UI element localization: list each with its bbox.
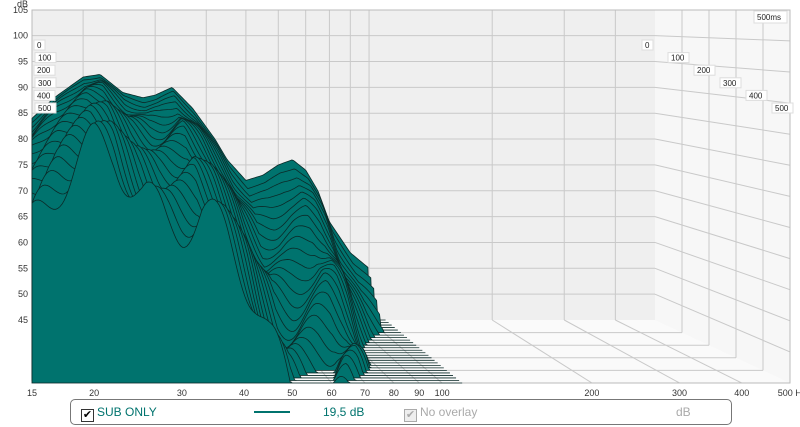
y-tick-label: 90	[18, 82, 28, 92]
y-tick-label: 65	[18, 212, 28, 222]
svg-text:500: 500	[38, 104, 52, 113]
y-tick-label: 45	[18, 315, 28, 325]
time-tick-label: 100	[667, 52, 690, 64]
time-tick-label: 400	[33, 89, 56, 101]
y-tick-label: 95	[18, 57, 28, 67]
y-tick-label: 55	[18, 263, 28, 273]
svg-text:500ms: 500ms	[757, 13, 781, 22]
svg-text:100: 100	[38, 54, 52, 63]
x-tick-label: 400	[734, 388, 749, 398]
overlay-label: No overlay	[420, 405, 478, 419]
y-tick-label: 60	[18, 237, 28, 247]
time-tick-label: 200	[693, 64, 716, 76]
time-tick-label: 300	[34, 77, 57, 89]
time-range-label: 500ms	[753, 10, 788, 24]
x-tick-label: 200	[584, 388, 599, 398]
x-tick-label: 100	[435, 388, 450, 398]
svg-text:0: 0	[37, 41, 42, 50]
svg-text:200: 200	[697, 66, 711, 75]
time-tick-label: 100	[34, 52, 57, 64]
y-axis-label: dB	[17, 0, 28, 9]
svg-text:500: 500	[775, 104, 789, 113]
svg-text:400: 400	[749, 91, 763, 100]
y-tick-label: 50	[18, 289, 28, 299]
x-tick-label: 90	[414, 388, 424, 398]
svg-text:100: 100	[671, 54, 685, 63]
overlay-checkbox[interactable]: ✔	[404, 409, 417, 422]
x-tick-label: 40	[239, 388, 249, 398]
x-tick-label: 30	[177, 388, 187, 398]
x-tick-label: 60	[327, 388, 337, 398]
x-tick-label: 50	[287, 388, 297, 398]
x-tick-label: 300	[672, 388, 687, 398]
series-checkbox[interactable]: ✔	[81, 409, 94, 422]
time-tick-label: 0	[641, 39, 654, 51]
svg-text:400: 400	[37, 91, 51, 100]
y-tick-label: 70	[18, 186, 28, 196]
unit-label: dB	[676, 405, 691, 419]
overlay-toggle[interactable]: ✔ No overlay	[404, 405, 477, 422]
x-tick-label: 80	[389, 388, 399, 398]
time-tick-label: 500	[771, 102, 794, 114]
svg-text:300: 300	[38, 79, 52, 88]
x-tick-label: 500 Hz	[778, 388, 800, 398]
svg-text:300: 300	[723, 79, 737, 88]
legend-box: ✔ SUB ONLY 19,5 dB ✔ No overlay dB	[70, 399, 732, 425]
series-label: SUB ONLY	[97, 405, 157, 419]
series-offset-value: 19,5 dB	[323, 405, 365, 419]
y-tick-label: 100	[13, 31, 28, 41]
time-tick-label: 500	[34, 102, 57, 114]
x-tick-label: 70	[360, 388, 370, 398]
time-tick-label: 300	[719, 77, 742, 89]
series-line-swatch	[254, 411, 290, 413]
time-tick-label: 400	[745, 89, 768, 101]
series-toggle[interactable]: ✔ SUB ONLY	[81, 405, 157, 422]
time-tick-label: 200	[33, 64, 56, 76]
y-tick-label: 85	[18, 108, 28, 118]
waterfall-chart: 1051009590858075706560555045dB15 20 30 40 50…	[13, 0, 800, 398]
x-tick-label: 15	[27, 388, 37, 398]
svg-text:200: 200	[37, 66, 51, 75]
y-tick-label: 80	[18, 134, 28, 144]
time-tick-label: 0	[33, 39, 46, 51]
y-tick-label: 75	[18, 160, 28, 170]
svg-text:0: 0	[645, 41, 650, 50]
x-tick-label: 20	[89, 388, 99, 398]
